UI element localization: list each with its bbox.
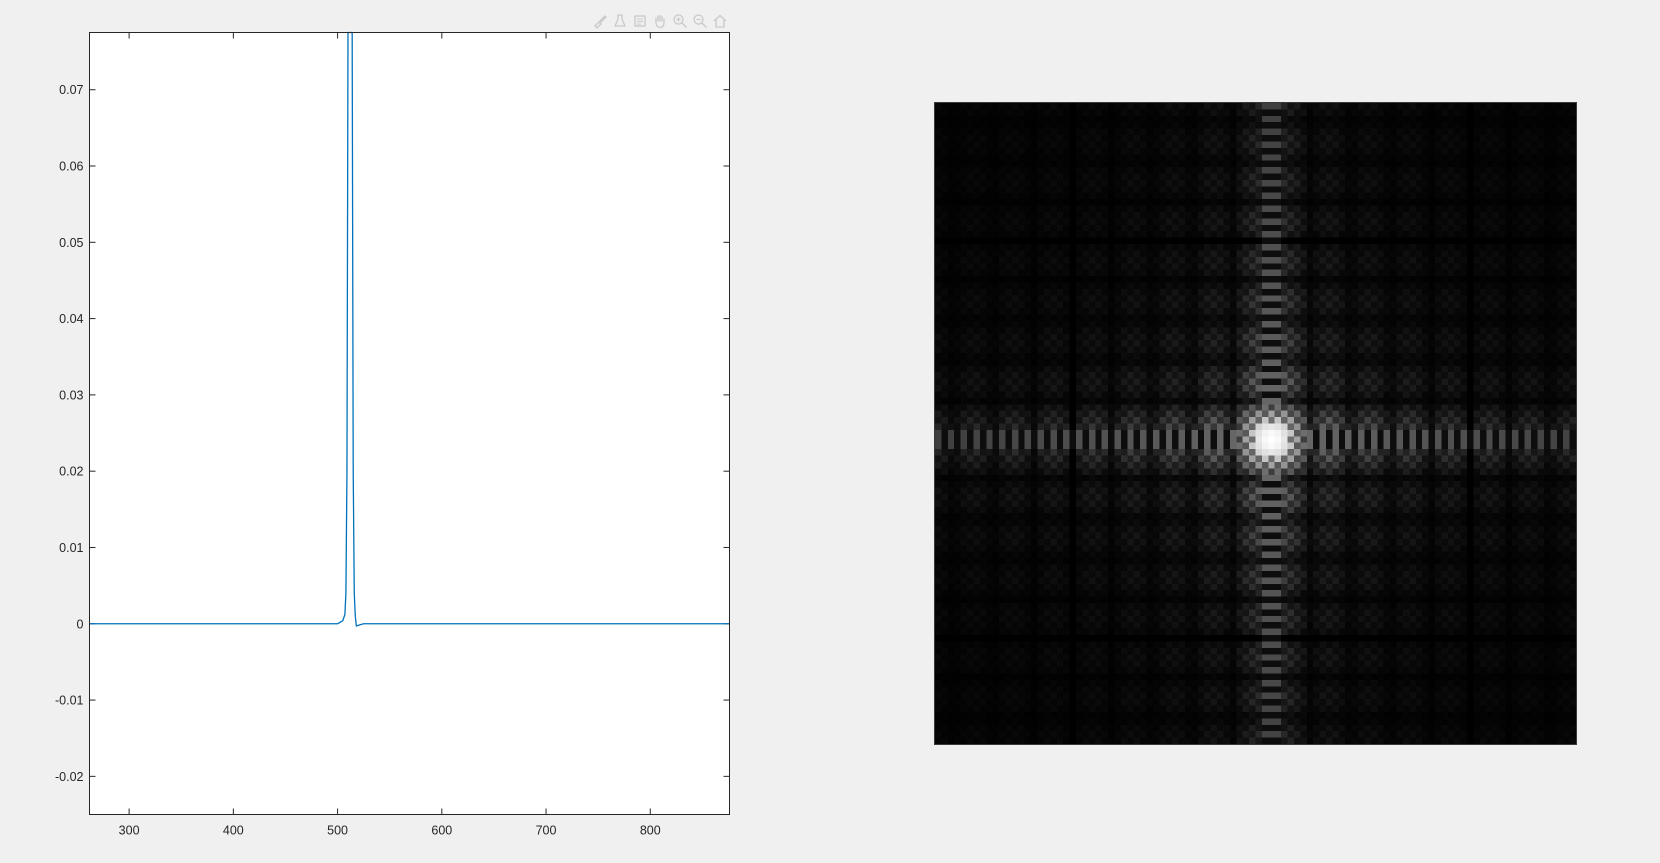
figure-window: 300 400 500 600 700 800 -0.02 -0.01 0 0.01 0.02 0.… xyxy=(0,0,1660,863)
y-tick-label: -0.01 xyxy=(55,694,84,708)
x-tick-label: 400 xyxy=(223,824,244,838)
y-tick-label: -0.02 xyxy=(55,770,84,784)
spectrum-image xyxy=(935,103,1576,744)
y-tick-label: 0 xyxy=(77,617,84,631)
x-tick-label: 700 xyxy=(536,824,557,838)
y-tick-label: 0.06 xyxy=(59,160,83,174)
x-tick-label: 300 xyxy=(119,824,140,838)
spectrum-image-axes[interactable] xyxy=(934,102,1577,745)
y-tick-label: 0.07 xyxy=(59,83,83,97)
x-tick-label: 500 xyxy=(327,824,348,838)
y-tick-label: 0.01 xyxy=(59,541,83,555)
y-tick-label: 0.04 xyxy=(59,312,83,326)
x-tick-label: 600 xyxy=(431,824,452,838)
y-tick-label: 0.03 xyxy=(59,388,83,402)
x-tick-label: 800 xyxy=(640,824,661,838)
y-tick-label: 0.05 xyxy=(59,236,83,250)
axes-background xyxy=(89,32,730,815)
y-tick-label: 0.02 xyxy=(59,465,83,479)
